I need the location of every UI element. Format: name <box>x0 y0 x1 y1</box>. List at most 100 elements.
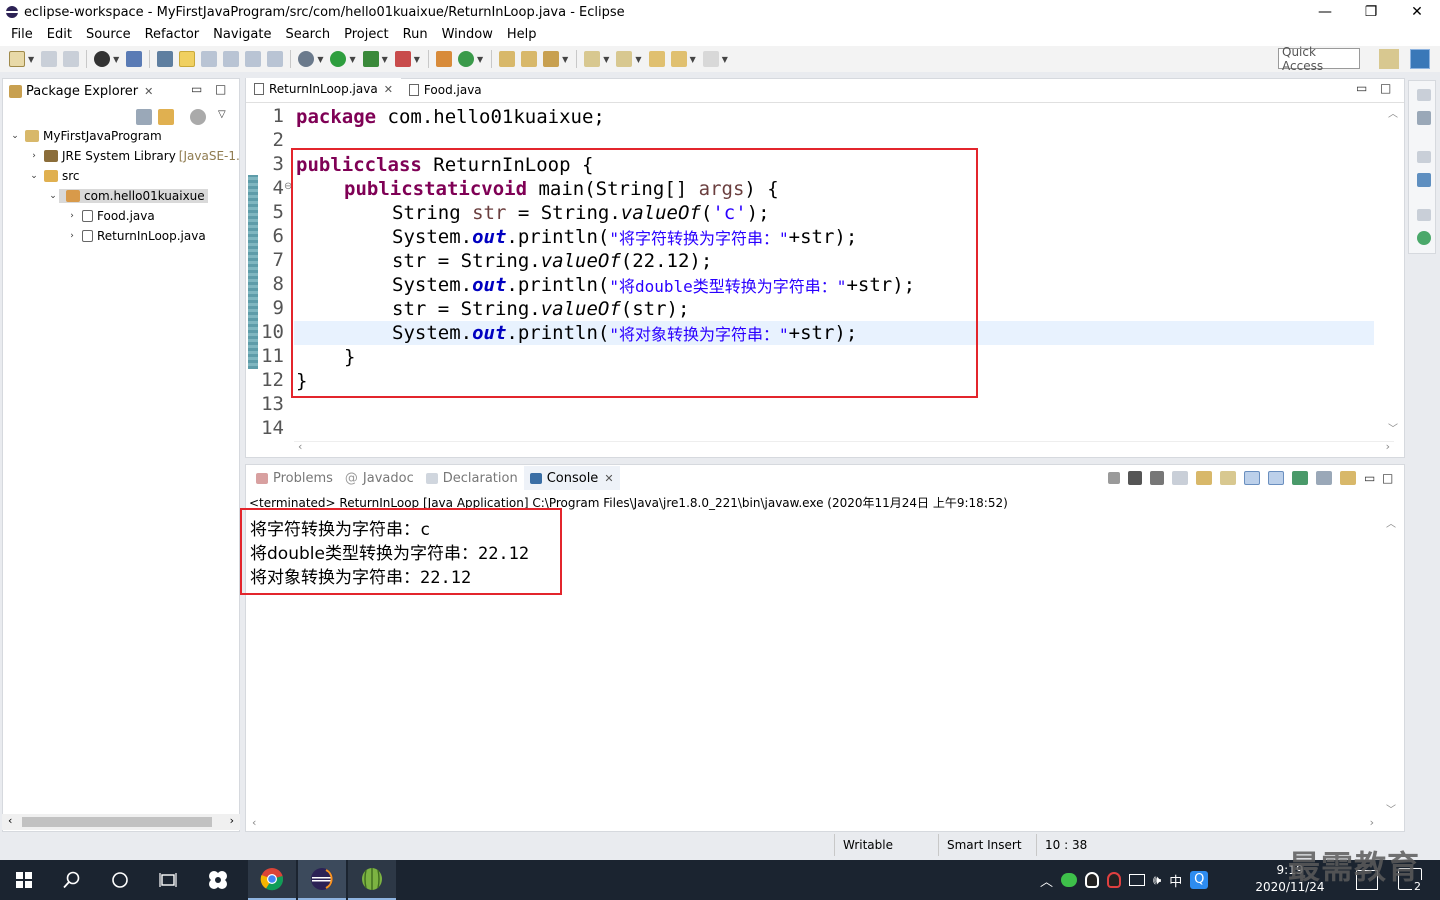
menu-run[interactable]: Run <box>396 27 435 42</box>
chevron-down-icon[interactable]: ▼ <box>414 55 420 64</box>
open-type-icon[interactable] <box>499 51 516 67</box>
chevron-down-icon[interactable]: ▼ <box>690 55 696 64</box>
forward-icon[interactable] <box>702 51 719 67</box>
eclipse-taskbar-icon[interactable] <box>298 860 346 900</box>
chevron-down-icon[interactable]: ▼ <box>317 55 323 64</box>
horizontal-scrollbar[interactable]: ‹ › <box>2 814 240 830</box>
debug-icon[interactable] <box>298 51 315 67</box>
clear-console-icon[interactable] <box>1172 471 1188 485</box>
windows-start-icon[interactable] <box>0 860 48 900</box>
menu-file[interactable]: File <box>4 27 40 42</box>
chevron-down-icon[interactable]: ▼ <box>28 55 34 64</box>
input-method-indicator[interactable]: 中 <box>1169 871 1182 890</box>
scroll-left-icon[interactable]: ‹ <box>8 814 12 827</box>
next-annotation-icon[interactable] <box>584 51 601 67</box>
scroll-right-icon[interactable]: › <box>230 814 234 827</box>
collapse-arrow-icon[interactable]: › <box>28 151 40 161</box>
maximize-view-icon[interactable]: □ <box>1382 472 1393 484</box>
scroll-down-icon[interactable]: ﹀ <box>1388 420 1398 435</box>
terminate-icon[interactable] <box>1108 472 1120 484</box>
open-perspective-icon[interactable] <box>1379 49 1399 69</box>
last-edit-location-icon[interactable] <box>648 51 665 67</box>
previous-annotation-icon[interactable] <box>616 51 633 67</box>
horizontal-scrollbar[interactable]: ‹ › <box>294 440 1394 455</box>
scroll-up-icon[interactable]: ︿ <box>1388 105 1398 120</box>
wechat-icon[interactable] <box>1061 873 1078 887</box>
minimize-view-icon[interactable]: ▭ <box>1356 81 1367 95</box>
volume-icon[interactable]: 🕪 <box>1153 873 1161 888</box>
tree-item-project[interactable]: ⌄ MyFirstJavaProgram <box>9 126 161 146</box>
restore-icon[interactable] <box>1417 209 1431 221</box>
tab-declaration[interactable]: Declaration <box>420 471 524 486</box>
chevron-down-icon[interactable]: ▼ <box>722 55 728 64</box>
word-wrap-icon[interactable] <box>1220 471 1236 485</box>
scroll-left-icon[interactable]: ‹ <box>298 440 302 453</box>
remove-launch-icon[interactable] <box>1128 471 1142 485</box>
menu-refactor[interactable]: Refactor <box>138 27 207 42</box>
restore-icon[interactable] <box>1417 151 1431 163</box>
paragraph-icon[interactable] <box>267 51 284 67</box>
show-on-error-icon[interactable] <box>1268 471 1284 485</box>
search-tool-icon[interactable] <box>543 51 560 67</box>
chevron-down-icon[interactable]: ▼ <box>113 55 119 64</box>
qq-icon[interactable] <box>1085 872 1100 888</box>
mark-occurrences-icon[interactable] <box>157 51 174 67</box>
chevron-down-icon[interactable]: ▼ <box>477 55 483 64</box>
skip-breakpoints-icon[interactable] <box>126 51 143 67</box>
vertical-scrollbar[interactable]: ︿ ﹀ <box>1386 105 1400 435</box>
expand-arrow-icon[interactable]: ⌄ <box>47 191 59 201</box>
word-wrap-icon[interactable] <box>201 51 218 67</box>
minimize-view-icon[interactable]: ▭ <box>191 82 202 96</box>
scroll-down-icon[interactable]: ﹀ <box>1386 801 1396 816</box>
scroll-up-icon[interactable]: ︿ <box>1386 515 1396 530</box>
new-icon[interactable] <box>9 51 25 67</box>
back-icon[interactable] <box>670 51 687 67</box>
pinwheel-app-icon[interactable] <box>194 860 242 900</box>
scroll-right-icon[interactable]: › <box>1370 816 1374 829</box>
melon-app-icon[interactable] <box>348 860 396 900</box>
chevron-down-icon[interactable]: ▼ <box>382 55 388 64</box>
expand-arrow-icon[interactable]: ⌄ <box>9 131 21 141</box>
maximize-view-icon[interactable]: □ <box>1380 81 1391 95</box>
open-console-icon[interactable] <box>1340 471 1356 485</box>
menu-window[interactable]: Window <box>435 27 500 42</box>
new-java-package-icon[interactable] <box>435 51 452 67</box>
pin-console-icon[interactable] <box>1292 471 1308 485</box>
maximize-button[interactable]: ❐ <box>1348 0 1394 24</box>
quick-access-field[interactable]: Quick Access <box>1278 45 1360 73</box>
chevron-down-icon[interactable]: ▼ <box>349 55 355 64</box>
collapse-arrow-icon[interactable]: › <box>66 211 78 221</box>
expand-arrow-icon[interactable]: ⌄ <box>28 171 40 181</box>
network-icon[interactable] <box>1129 874 1146 886</box>
outline-icon[interactable] <box>1417 173 1431 187</box>
tree-item-jre[interactable]: › JRE System Library [JavaSE-1. <box>28 146 240 166</box>
block-selection-icon[interactable] <box>223 51 240 67</box>
chevron-down-icon[interactable]: ▼ <box>635 55 641 64</box>
java-perspective-icon[interactable] <box>1410 49 1430 69</box>
minimize-button[interactable]: — <box>1302 0 1348 24</box>
tree-item-food[interactable]: › Food.java <box>66 206 155 226</box>
scrollbar-thumb[interactable] <box>22 817 212 827</box>
tab-problems[interactable]: Problems <box>250 471 339 486</box>
scroll-left-icon[interactable]: ‹ <box>252 816 256 829</box>
link-with-editor-icon[interactable] <box>158 109 174 125</box>
menu-source[interactable]: Source <box>79 27 138 42</box>
open-task-icon[interactable] <box>521 51 538 67</box>
scroll-right-icon[interactable]: › <box>1386 440 1390 453</box>
show-whitespace-icon[interactable] <box>245 51 262 67</box>
tree-item-src[interactable]: ⌄ src <box>28 166 79 186</box>
close-icon[interactable]: ✕ <box>384 83 393 96</box>
save-icon[interactable] <box>41 51 58 67</box>
close-icon[interactable]: ✕ <box>604 472 613 485</box>
tab-food[interactable]: Food.java <box>401 78 490 102</box>
qq-icon[interactable] <box>1107 872 1122 888</box>
tab-returninloop[interactable]: ReturnInLoop.java ✕ <box>246 78 401 102</box>
tree-item-package[interactable]: ⌄ com.hello01kuaixue <box>47 186 208 206</box>
run-last-tool-icon[interactable] <box>94 51 111 67</box>
external-tools-icon[interactable] <box>394 51 411 67</box>
show-hidden-icons-icon[interactable]: ︿ <box>1040 871 1053 890</box>
package-explorer-tab[interactable]: Package Explorer ✕ <box>3 79 239 103</box>
coverage-icon[interactable] <box>362 51 379 67</box>
scroll-lock-icon[interactable] <box>1196 471 1212 485</box>
task-list-icon[interactable] <box>1417 111 1431 125</box>
